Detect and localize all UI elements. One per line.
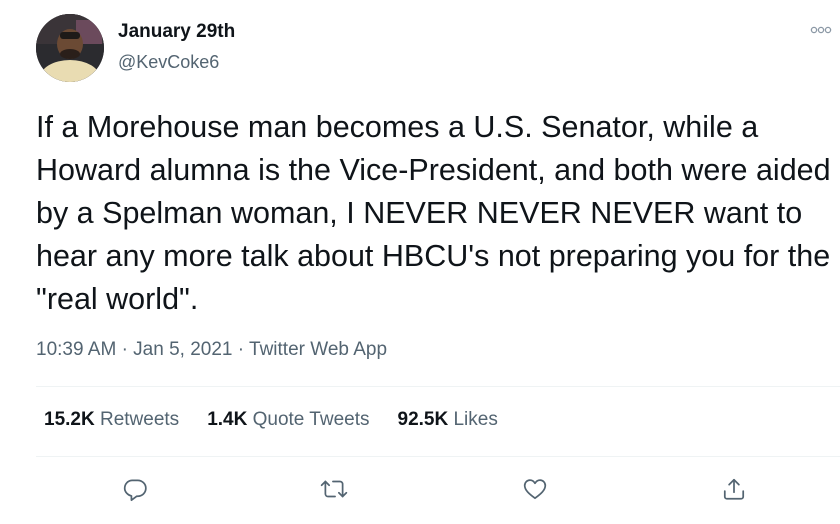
tweet-meta: 10:39 AM · Jan 5, 2021 · Twitter Web App: [36, 339, 387, 361]
divider: [36, 456, 840, 457]
reply-icon: [123, 479, 147, 502]
avatar-image: [36, 14, 104, 82]
share-icon: [723, 478, 745, 500]
likes-label: Likes: [453, 409, 498, 430]
author-handle[interactable]: @KevCoke6: [118, 52, 219, 73]
tweet-time[interactable]: 10:39 AM: [36, 339, 116, 360]
quote-tweets-count: 1.4K: [207, 409, 253, 430]
tweet-source[interactable]: Twitter Web App: [249, 339, 387, 360]
meta-separator: ·: [121, 339, 134, 360]
tweet-date[interactable]: Jan 5, 2021: [133, 339, 232, 360]
retweet-icon: [320, 480, 348, 498]
retweets-count: 15.2K: [44, 409, 100, 430]
retweets-label: Retweets: [99, 409, 180, 430]
avatar[interactable]: [36, 14, 104, 82]
likes-count: 92.5K: [397, 409, 454, 430]
reply-button[interactable]: [118, 472, 152, 506]
like-icon: [523, 479, 547, 500]
likes-stat[interactable]: 92.5K Likes: [398, 409, 498, 431]
retweets-stat[interactable]: 15.2K Retweets: [44, 409, 179, 431]
share-button[interactable]: [717, 472, 751, 506]
divider: [36, 386, 840, 387]
tweet-actions: [0, 472, 840, 508]
quote-tweets-label: Quote Tweets: [252, 409, 370, 430]
like-button[interactable]: [518, 472, 552, 506]
tweet-text: If a Morehouse man becomes a U.S. Senato…: [36, 110, 831, 316]
tweet-card: January 29th @KevCoke6 If a Morehouse ma…: [0, 0, 840, 524]
meta-separator: ·: [237, 339, 250, 360]
more-options-icon[interactable]: [810, 24, 832, 38]
quote-tweets-stat[interactable]: 1.4K Quote Tweets: [207, 409, 369, 431]
author-display-name[interactable]: January 29th: [118, 21, 235, 43]
tweet-stats: 15.2K Retweets 1.4K Quote Tweets 92.5K L…: [44, 409, 498, 431]
retweet-button[interactable]: [317, 472, 351, 506]
